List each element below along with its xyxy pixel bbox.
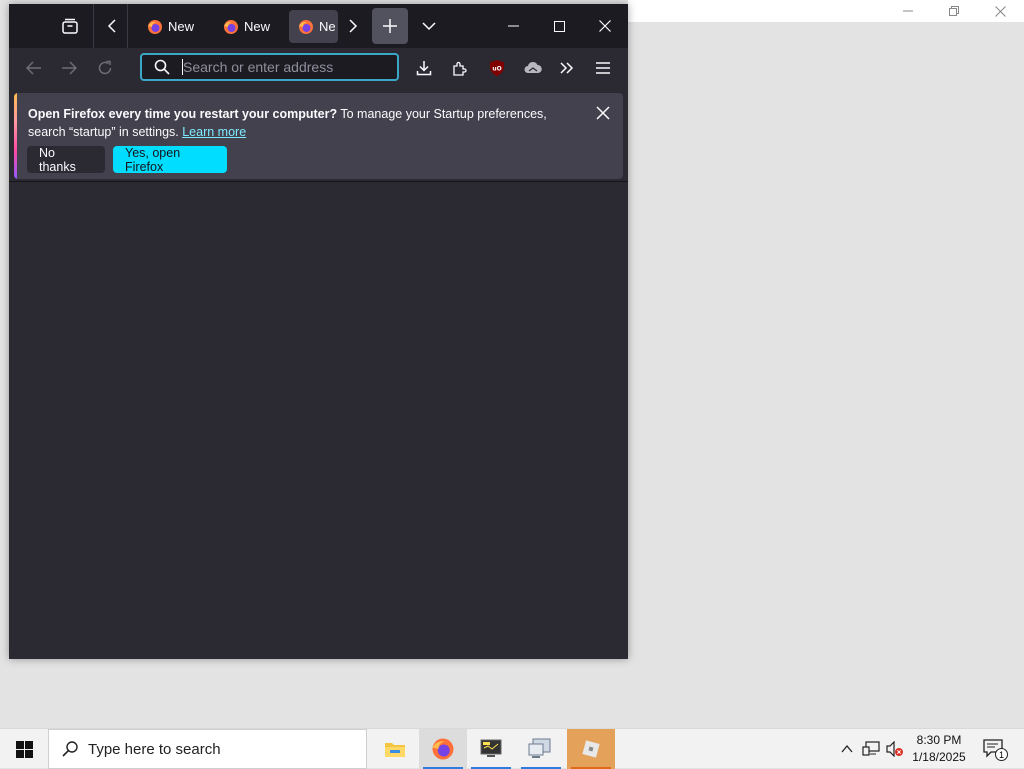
action-center-button[interactable]: 1 [980, 729, 1008, 769]
scroll-tabs-left-button[interactable] [97, 10, 127, 42]
firefox-window: New New Ne Search or enter address uO Op… [9, 4, 628, 659]
tab-2[interactable]: New [217, 10, 291, 43]
show-hidden-icons-button[interactable] [838, 729, 856, 769]
no-thanks-button[interactable]: No thanks [27, 146, 105, 174]
tab-title: New [244, 19, 271, 34]
back-button[interactable] [19, 53, 49, 83]
tab-title: Ne [319, 19, 336, 34]
minimize-icon [507, 25, 519, 27]
firefox-icon [299, 19, 313, 34]
network-icon [862, 741, 880, 756]
computer-app-icon [528, 738, 551, 758]
taskbar-firefox[interactable] [419, 729, 467, 769]
notification-accent-stripe [14, 93, 17, 179]
firefox-icon [432, 738, 454, 760]
close-icon [596, 106, 610, 120]
taskbar-monitor-app[interactable] [467, 729, 515, 769]
ublock-origin-icon: uO [490, 60, 504, 76]
taskbar-search-placeholder: Type here to search [88, 740, 221, 758]
downloads-button[interactable] [409, 53, 439, 83]
chevron-up-icon [841, 745, 853, 753]
tab-3-active[interactable]: Ne [289, 10, 338, 43]
chevron-down-icon [422, 21, 436, 30]
svg-text:uO: uO [492, 66, 501, 73]
clock-time: 8:30 PM [916, 733, 962, 747]
close-icon [599, 20, 611, 32]
maximize-button[interactable] [536, 4, 582, 48]
puzzle-piece-icon [453, 61, 467, 76]
plus-icon [383, 19, 397, 33]
chevron-right-icon [349, 19, 358, 33]
url-input[interactable] [183, 59, 383, 75]
notification-title: Open Firefox every time you restart your… [28, 107, 338, 121]
startup-notification-bar: Open Firefox every time you restart your… [14, 93, 623, 179]
new-tab-button[interactable] [372, 8, 408, 44]
hamburger-menu-icon [596, 62, 610, 74]
close-button[interactable] [582, 4, 628, 48]
firefox-icon [224, 19, 238, 34]
yes-open-firefox-button[interactable]: Yes, open Firefox [113, 146, 227, 174]
forward-arrow-icon [62, 61, 77, 75]
extensions-button[interactable] [445, 53, 475, 83]
tab-1[interactable]: New [141, 10, 215, 43]
list-all-tabs-button[interactable] [414, 10, 444, 42]
tab-title: New [168, 19, 195, 34]
tab-bar: New New Ne [9, 4, 628, 48]
url-bar[interactable] [140, 53, 399, 81]
firefox-view-icon [62, 18, 78, 34]
restore-icon [949, 6, 959, 16]
extension-button[interactable] [518, 53, 548, 83]
taskbar-file-explorer[interactable] [371, 729, 419, 769]
firefox-icon [148, 19, 162, 34]
taskbar-search-box[interactable]: Type here to search [48, 729, 367, 769]
ublock-origin-button[interactable]: uO [482, 53, 512, 83]
background-close-button[interactable] [977, 0, 1023, 22]
search-icon [62, 740, 78, 757]
windows-taskbar: Type here to search 8:30 PM 1/18/2025 1 [0, 728, 1024, 769]
learn-more-link[interactable]: Learn more [182, 125, 246, 139]
roblox-icon [582, 740, 600, 758]
start-button[interactable] [0, 729, 48, 769]
maximize-icon [553, 20, 565, 32]
background-window-titlebar [628, 0, 1024, 22]
background-restore-button[interactable] [931, 0, 977, 22]
tab-separator [127, 4, 128, 48]
speaker-muted-icon [886, 741, 903, 757]
close-icon [994, 5, 1006, 17]
reload-icon [98, 60, 112, 75]
file-explorer-icon [385, 743, 405, 757]
forward-button[interactable] [54, 53, 84, 83]
taskbar-clock[interactable]: 8:30 PM 1/18/2025 [904, 732, 974, 766]
windows-logo-icon [15, 740, 33, 758]
page-content-area[interactable] [9, 182, 628, 659]
more-tools-button[interactable] [552, 53, 582, 83]
taskbar-roblox[interactable] [567, 729, 615, 769]
monitor-app-icon [480, 739, 502, 757]
notification-count-badge: 1 [995, 748, 1008, 761]
network-status-button[interactable] [860, 729, 882, 769]
app-menu-button[interactable] [588, 53, 618, 83]
tab-separator [93, 4, 94, 48]
download-icon [416, 61, 432, 76]
taskbar-computer-app[interactable] [517, 729, 565, 769]
clock-date: 1/18/2025 [912, 750, 966, 764]
double-chevron-right-icon [560, 62, 574, 74]
minimize-icon [903, 10, 913, 12]
search-icon [154, 59, 170, 75]
minimize-button[interactable] [490, 4, 536, 48]
chevron-left-icon [107, 19, 116, 33]
reload-button[interactable] [90, 53, 120, 83]
notification-message: Open Firefox every time you restart your… [28, 105, 568, 141]
volume-button[interactable] [884, 729, 906, 769]
back-arrow-icon [26, 61, 41, 75]
navigation-toolbar: uO [9, 48, 628, 90]
cloud-extension-icon [524, 61, 542, 73]
scroll-tabs-right-button[interactable] [339, 10, 367, 42]
firefox-view-button[interactable] [55, 10, 85, 42]
notification-close-button[interactable] [591, 101, 615, 125]
background-minimize-button[interactable] [885, 0, 931, 22]
